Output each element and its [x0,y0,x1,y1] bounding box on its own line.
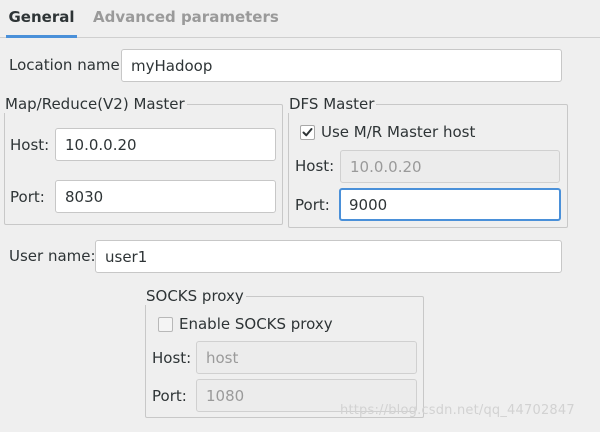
dfs-master-title: DFS Master [288,95,377,113]
enable-socks-proxy-label[interactable]: Enable SOCKS proxy [179,315,333,333]
dfs-port-input[interactable] [339,188,561,221]
checkmark-icon [302,128,313,137]
socks-proxy-title: SOCKS proxy [145,287,246,305]
location-name-label: Location name: [9,56,125,74]
socks-host-input [196,341,417,374]
use-mr-master-host-label[interactable]: Use M/R Master host [321,123,475,141]
mapreduce-master-title: Map/Reduce(V2) Master [4,95,187,113]
tab-general[interactable]: General [6,0,77,38]
mapreduce-port-label: Port: [10,188,45,206]
location-name-input[interactable] [121,49,562,82]
watermark-text: https://blog.csdn.net/qq_44702847 [340,403,575,418]
tab-bar: General Advanced parameters [0,0,600,38]
user-name-input[interactable] [95,240,562,273]
tab-advanced-parameters[interactable]: Advanced parameters [93,0,279,35]
socks-host-label: Host: [152,349,192,367]
mapreduce-port-input[interactable] [55,180,276,213]
use-mr-master-host-checkbox[interactable] [300,125,315,140]
socks-port-label: Port: [152,387,187,405]
user-name-label: User name: [9,247,96,265]
enable-socks-proxy-checkbox[interactable] [158,317,173,332]
dfs-host-input [340,150,560,183]
mapreduce-host-input[interactable] [55,128,276,161]
mapreduce-host-label: Host: [10,136,50,154]
dfs-host-label: Host: [295,157,335,175]
hadoop-location-dialog: General Advanced parameters Location nam… [0,0,600,432]
dfs-port-label: Port: [295,196,330,214]
